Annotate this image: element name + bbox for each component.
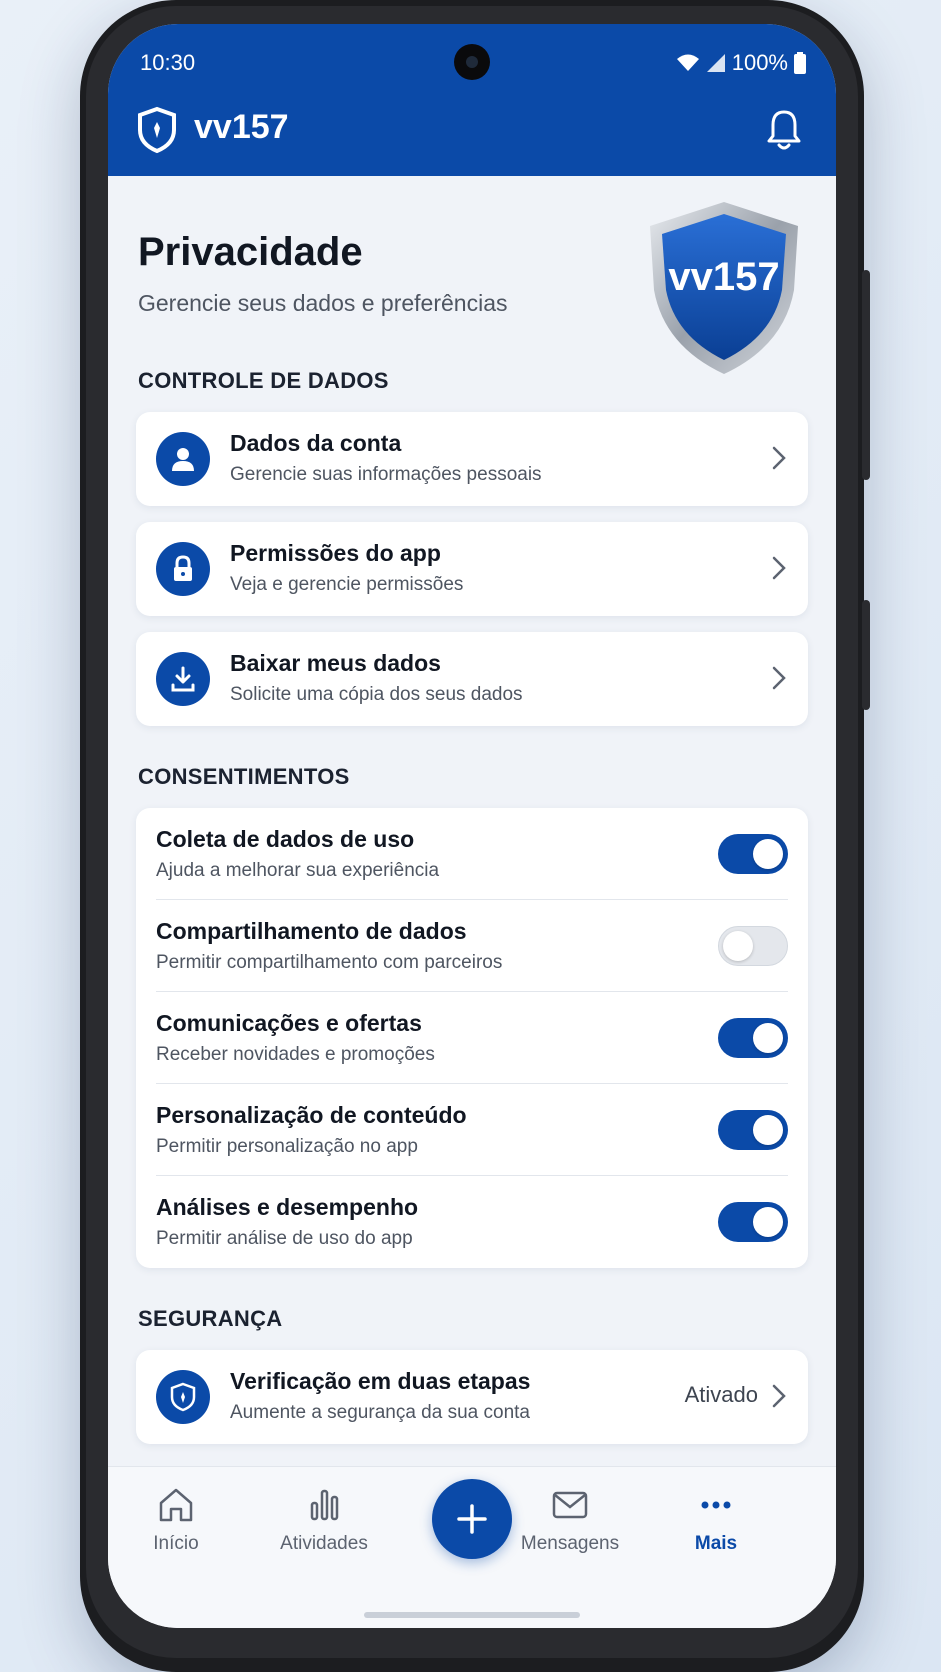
toggle-knob: [753, 1207, 783, 1237]
consent-title: Personalização de conteúdo: [156, 1102, 467, 1128]
consent-subtitle: Ajuda a melhorar sua experiência: [156, 860, 440, 881]
signal-icon: [706, 54, 725, 72]
content: Privacidade Gerencie seus dados e prefer…: [108, 176, 836, 1476]
shield-text: vv157: [668, 255, 779, 299]
add-button[interactable]: [432, 1479, 512, 1559]
power-button: [862, 600, 870, 710]
nav-item-activities[interactable]: Atividades: [264, 1485, 384, 1555]
row-subtitle: Veja e gerencie permissões: [230, 574, 464, 595]
consent-title: Compartilhamento de dados: [156, 918, 467, 944]
consent-row: Análises e desempenho Permitir análise d…: [136, 1176, 808, 1268]
chevron-right-icon: [772, 666, 786, 690]
wifi-icon: [676, 54, 699, 71]
icon-badge: [156, 432, 210, 486]
consent-title: Comunicações e ofertas: [156, 1010, 422, 1036]
personalization-toggle[interactable]: [718, 1110, 788, 1150]
toggle-knob: [723, 931, 753, 961]
download-data-row[interactable]: Baixar meus dados Solicite uma cópia dos…: [136, 632, 808, 726]
consent-subtitle: Permitir personalização no app: [156, 1136, 418, 1157]
row-subtitle: Gerencie suas informações pessoais: [230, 464, 542, 485]
more-icon: [701, 1501, 731, 1509]
download-icon: [171, 666, 195, 692]
consent-subtitle: Permitir análise de uso do app: [156, 1228, 413, 1249]
chevron-right-icon: [772, 1384, 786, 1408]
section-title-data-control: CONTROLE DE DADOS: [138, 368, 389, 393]
status-label: Ativado: [684, 1382, 758, 1407]
consent-title: Coleta de dados de uso: [156, 826, 415, 852]
home-indicator[interactable]: [364, 1612, 580, 1618]
communications-toggle[interactable]: [718, 1018, 788, 1058]
person-icon: [172, 448, 194, 471]
consent-subtitle: Receber novidades e promoções: [156, 1044, 435, 1065]
consent-subtitle: Permitir compartilhamento com parceiros: [156, 952, 503, 973]
mail-icon: [552, 1491, 588, 1519]
bell-icon[interactable]: [764, 108, 804, 152]
battery-icon: [794, 52, 806, 74]
consent-row: Personalização de conteúdo Permitir pers…: [136, 1084, 808, 1176]
home-icon: [159, 1488, 193, 1522]
row-title: Verificação em duas etapas: [230, 1368, 531, 1394]
account-data-row[interactable]: Dados da conta Gerencie suas informações…: [136, 412, 808, 506]
consents-card: Coleta de dados de uso Ajuda a melhorar …: [136, 808, 808, 1268]
status-indicators: 100%: [676, 50, 806, 76]
status-time: 10:30: [140, 50, 196, 75]
row-subtitle: Solicite uma cópia dos seus dados: [230, 684, 523, 705]
camera-cutout: [454, 44, 490, 80]
plus-icon: [457, 1504, 487, 1534]
consent-row: Compartilhamento de dados Permitir compa…: [136, 900, 808, 992]
icon-badge: [156, 542, 210, 596]
toggle-knob: [753, 1023, 783, 1053]
brand-shield-image: vv157: [650, 202, 798, 374]
row-title: Dados da conta: [230, 430, 402, 456]
activity-icon: [310, 1489, 339, 1521]
nav-item-more[interactable]: Mais: [656, 1485, 776, 1555]
app-bar: vv157: [108, 100, 836, 160]
toggle-knob: [753, 1115, 783, 1145]
two-step-verification-row[interactable]: Verificação em duas etapas Aumente a seg…: [136, 1350, 808, 1444]
app-permissions-row[interactable]: Permissões do app Veja e gerencie permis…: [136, 522, 808, 616]
battery-percent: 100%: [731, 50, 788, 75]
consent-row: Coleta de dados de uso Ajuda a melhorar …: [136, 808, 808, 900]
page-title: Privacidade: [138, 230, 363, 274]
page-subtitle: Gerencie seus dados e preferências: [138, 290, 508, 316]
top-app-bar: 10:30 100% vv157: [108, 24, 836, 176]
nav-item-messages[interactable]: Mensagens: [510, 1485, 630, 1555]
nav-label: Início: [153, 1533, 199, 1554]
chevron-right-icon: [772, 446, 786, 470]
analytics-toggle[interactable]: [718, 1202, 788, 1242]
chevron-right-icon: [772, 556, 786, 580]
section-title-security: SEGURANÇA: [138, 1306, 283, 1331]
nav-label: Mais: [694, 1533, 738, 1554]
data-sharing-toggle[interactable]: [718, 926, 788, 966]
consent-title: Análises e desempenho: [156, 1194, 419, 1220]
nav-item-home[interactable]: Início: [116, 1485, 236, 1555]
app-name: vv157: [194, 108, 289, 146]
volume-button: [862, 270, 870, 480]
usage-data-toggle[interactable]: [718, 834, 788, 874]
nav-label: Atividades: [280, 1533, 368, 1554]
consent-row: Comunicações e ofertas Receber novidades…: [136, 992, 808, 1084]
row-title: Baixar meus dados: [230, 650, 441, 676]
shield-icon: [170, 1382, 196, 1412]
section-title-consents: CONSENTIMENTOS: [138, 764, 350, 789]
row-subtitle: Aumente a segurança da sua conta: [230, 1402, 530, 1423]
icon-badge: [156, 1370, 210, 1424]
toggle-knob: [753, 839, 783, 869]
shield-logo-icon: [138, 106, 176, 154]
bottom-navigation: Início Atividades Mensagens Mais: [108, 1466, 836, 1628]
lock-icon: [174, 555, 192, 581]
icon-badge: [156, 652, 210, 706]
row-title: Permissões do app: [230, 540, 441, 566]
nav-label: Mensagens: [520, 1533, 620, 1554]
screen: 10:30 100% vv157 Privacidade Gerencie se…: [108, 24, 836, 1628]
